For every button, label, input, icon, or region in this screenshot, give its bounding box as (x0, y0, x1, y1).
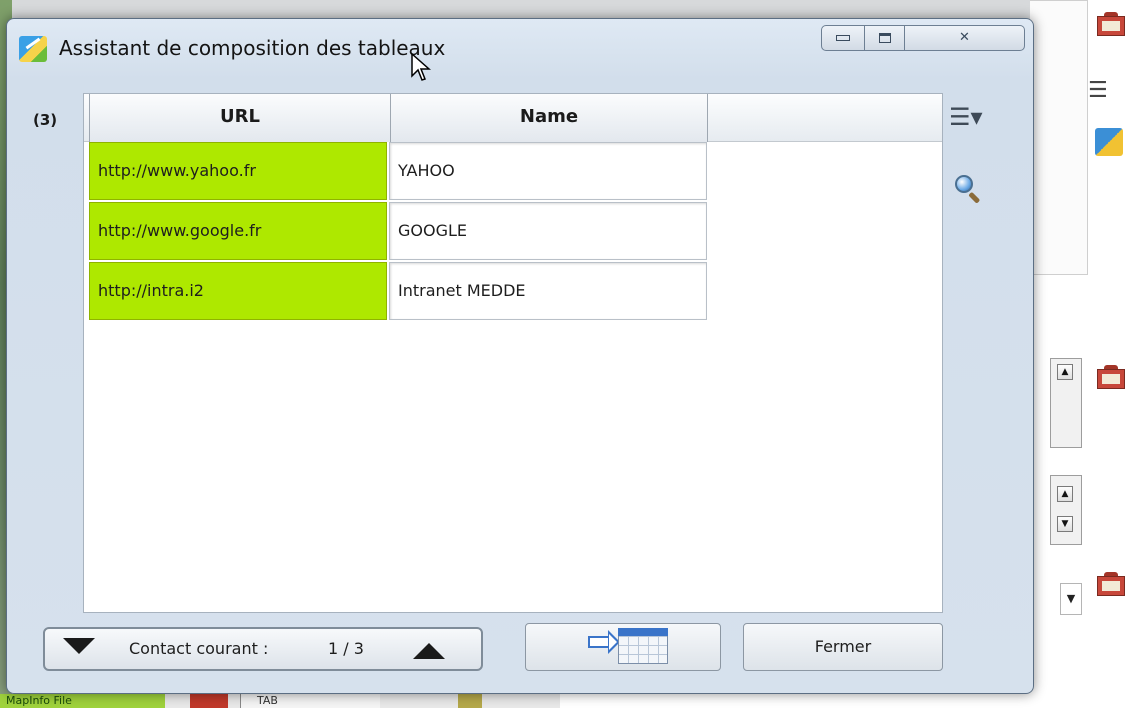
table-row: http://www.yahoo.fr YAHOO (89, 142, 709, 200)
table-composition-dialog: Assistant de composition des tableaux ✕ … (6, 18, 1034, 694)
search-icon[interactable] (955, 175, 983, 205)
wizard-icon[interactable] (1095, 128, 1123, 156)
name-cell[interactable]: GOOGLE (389, 202, 707, 260)
record-navigator: Contact courant : 1 / 3 (43, 627, 483, 671)
cinema-icon[interactable] (1097, 12, 1125, 36)
url-cell[interactable]: http://www.google.fr (89, 202, 387, 260)
wizard-icon (19, 36, 47, 62)
minimize-icon (836, 35, 850, 41)
spinner-up-icon[interactable]: ▲ (1057, 486, 1073, 502)
spinner-down-icon[interactable]: ▼ (1057, 516, 1073, 532)
cinema-icon[interactable] (1097, 365, 1125, 389)
row-count-label: (3) (33, 111, 58, 129)
arrow-head-inner (609, 634, 617, 650)
close-button[interactable]: Fermer (743, 623, 943, 671)
current-contact-label: Contact courant : (129, 639, 269, 658)
dialog-titlebar[interactable]: Assistant de composition des tableaux ✕ (7, 19, 1033, 77)
data-table: URL Name http://www.yahoo.fr YAHOO http:… (83, 93, 943, 613)
background-right-panel (1030, 0, 1088, 275)
taskbar-item-red[interactable] (190, 694, 228, 708)
current-contact-position: 1 / 3 (328, 639, 364, 658)
minimize-button[interactable] (821, 25, 865, 51)
table-grid-header (618, 628, 668, 636)
list-options-icon[interactable]: ☰ (1088, 78, 1108, 103)
cinema-icon[interactable] (1097, 572, 1125, 596)
column-header-name[interactable]: Name (390, 94, 708, 142)
scroll-up-icon[interactable]: ▲ (1057, 364, 1073, 380)
name-cell[interactable]: YAHOO (389, 142, 707, 200)
taskbar-item-tab[interactable]: TAB (240, 694, 380, 708)
close-window-button[interactable]: ✕ (905, 25, 1025, 51)
next-record-down-icon[interactable] (63, 638, 95, 654)
taskbar-item-small[interactable] (458, 694, 482, 708)
url-cell[interactable]: http://www.yahoo.fr (89, 142, 387, 200)
dialog-title: Assistant de composition des tableaux (59, 36, 446, 60)
export-to-table-button[interactable] (525, 623, 721, 671)
table-row: http://intra.i2 Intranet MEDDE (89, 262, 709, 320)
table-row: http://www.google.fr GOOGLE (89, 202, 709, 260)
combo-dropdown-icon[interactable]: ▼ (1060, 583, 1082, 615)
previous-record-up-icon[interactable] (413, 643, 445, 659)
name-cell[interactable]: Intranet MEDDE (389, 262, 707, 320)
close-icon: ✕ (959, 30, 970, 45)
column-header-url[interactable]: URL (89, 94, 391, 142)
maximize-button[interactable] (865, 25, 905, 51)
taskbar-item-mapinfo[interactable]: MapInfo File (0, 694, 165, 708)
maximize-icon (878, 33, 891, 43)
url-cell[interactable]: http://intra.i2 (89, 262, 387, 320)
arrow-right-icon (588, 636, 610, 648)
list-options-icon[interactable]: ☰▾ (949, 103, 993, 133)
